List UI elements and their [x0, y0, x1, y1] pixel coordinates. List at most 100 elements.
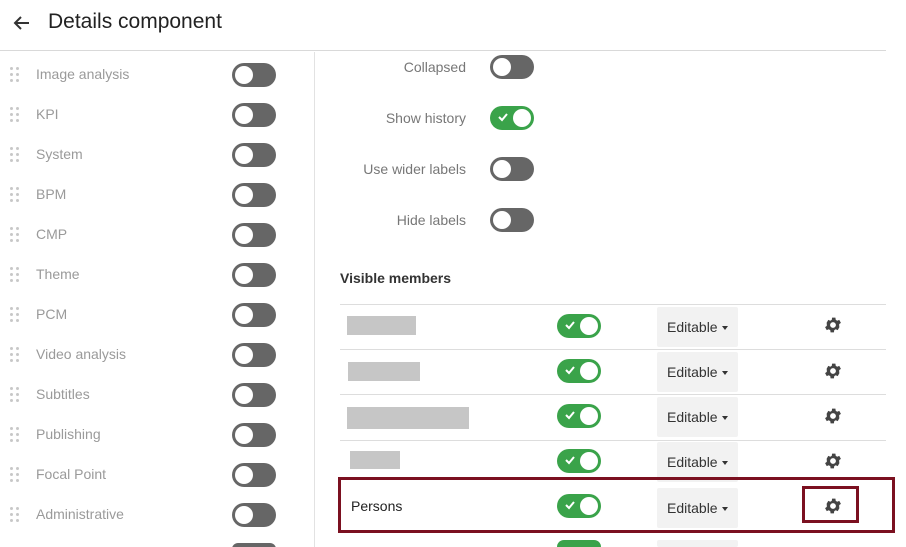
sidebar-item-label: Video analysis	[36, 346, 127, 362]
permission-label: Editable	[667, 409, 718, 425]
toggle-switch[interactable]	[232, 463, 276, 487]
setting-label-use-wider-labels: Use wider labels	[363, 161, 466, 177]
divider	[340, 349, 886, 350]
member-visible-toggle[interactable]	[557, 540, 601, 547]
sidebar-item-pcm[interactable]: PCM	[0, 303, 315, 346]
sidebar-item-video-analysis[interactable]: Video analysis	[0, 343, 315, 386]
sidebar-item-label: Image analysis	[36, 66, 130, 82]
member-visible-toggle[interactable]	[557, 404, 601, 428]
check-icon	[565, 366, 575, 375]
toggle-switch[interactable]	[232, 303, 276, 327]
toggle-switch[interactable]	[232, 423, 276, 447]
drag-handle-icon[interactable]	[10, 106, 22, 122]
setting-label-show-history: Show history	[385, 110, 466, 126]
sidebar-item-kpi[interactable]: KPI	[0, 103, 315, 146]
permission-dropdown[interactable]: Editable	[657, 352, 738, 392]
permission-label: Editable	[667, 364, 718, 380]
divider	[340, 440, 886, 441]
hide-labels-toggle[interactable]	[490, 208, 534, 232]
sidebar-item-cmp[interactable]: CMP	[0, 223, 315, 266]
caret-down-icon	[722, 416, 728, 420]
use-wider-labels-toggle[interactable]	[490, 157, 534, 181]
drag-handle-icon[interactable]	[10, 66, 22, 82]
drag-handle-icon[interactable]	[10, 426, 22, 442]
toggle-switch[interactable]	[232, 183, 276, 207]
page-title: Details component	[48, 10, 222, 33]
permission-dropdown[interactable]	[657, 540, 738, 547]
toggle-switch[interactable]	[232, 103, 276, 127]
drag-handle-icon[interactable]	[10, 146, 22, 162]
sidebar-item-image-analysis[interactable]: Image analysis	[0, 63, 315, 106]
drag-handle-icon[interactable]	[10, 346, 22, 362]
check-icon	[565, 456, 575, 465]
sidebar-item-bpm[interactable]: BPM	[0, 183, 315, 226]
toggle-switch[interactable]	[232, 63, 276, 87]
arrow-left-icon	[13, 16, 29, 30]
toggle-switch[interactable]	[232, 343, 276, 367]
highlight-box	[802, 486, 859, 523]
permission-dropdown[interactable]: Editable	[657, 442, 738, 482]
check-icon	[565, 321, 575, 330]
toggle-switch[interactable]	[232, 543, 276, 547]
sidebar-item-label: Focal Point	[36, 466, 107, 482]
gear-icon[interactable]	[823, 451, 843, 471]
sidebar-item-administrative[interactable]: Administrative	[0, 503, 315, 546]
setting-label-hide-labels: Hide labels	[396, 212, 466, 228]
member-visible-toggle[interactable]	[557, 449, 601, 473]
redacted-member-name	[347, 407, 469, 429]
show-history-toggle[interactable]	[490, 106, 534, 130]
drag-handle-icon[interactable]	[10, 466, 22, 482]
sidebar-item-subtitles[interactable]: Subtitles	[0, 383, 315, 426]
check-icon	[498, 113, 508, 122]
divider	[340, 394, 886, 395]
sidebar-item-label: BPM	[36, 186, 67, 202]
check-icon	[565, 411, 575, 420]
divider	[340, 304, 886, 305]
toggle-switch[interactable]	[232, 143, 276, 167]
drag-handle-icon[interactable]	[10, 386, 22, 402]
caret-down-icon	[722, 461, 728, 465]
drag-handle-icon[interactable]	[10, 226, 22, 242]
member-visible-toggle[interactable]	[557, 359, 601, 383]
sidebar-item-label: CMP	[36, 226, 68, 242]
permission-label: Editable	[667, 454, 718, 470]
drag-handle-icon[interactable]	[10, 306, 22, 322]
member-visible-toggle[interactable]	[557, 314, 601, 338]
redacted-member-name	[348, 362, 420, 381]
toggle-switch[interactable]	[232, 503, 276, 527]
drag-handle-icon[interactable]	[10, 266, 22, 282]
sidebar: Image analysis KPI System BPM CMP Theme	[0, 52, 315, 547]
redacted-member-name	[350, 451, 400, 469]
sidebar-item-label: PCM	[36, 306, 68, 322]
setting-label-collapsed: Collapsed	[403, 59, 466, 75]
sidebar-item-label: Subtitles	[36, 386, 90, 402]
sidebar-item-label: Publishing	[36, 426, 101, 442]
drag-handle-icon[interactable]	[10, 506, 22, 522]
sidebar-item-publishing[interactable]: Publishing	[0, 423, 315, 466]
permission-dropdown[interactable]: Editable	[657, 307, 738, 347]
drag-handle-icon[interactable]	[10, 186, 22, 202]
visible-members-title: Visible members	[340, 270, 452, 286]
toggle-switch[interactable]	[232, 263, 276, 287]
sidebar-item-focal-point[interactable]: Focal Point	[0, 463, 315, 506]
gear-icon[interactable]	[823, 315, 843, 335]
back-button[interactable]	[10, 11, 34, 35]
toggle-switch[interactable]	[232, 223, 276, 247]
sidebar-item-theme[interactable]: Theme	[0, 263, 315, 306]
permission-dropdown[interactable]: Editable	[657, 397, 738, 437]
gear-icon[interactable]	[823, 406, 843, 426]
gear-icon[interactable]	[823, 361, 843, 381]
app-window: Details component Image analysis KPI Sys…	[0, 0, 906, 547]
caret-down-icon	[722, 371, 728, 375]
sidebar-item-label: Theme	[36, 266, 80, 282]
permission-label: Editable	[667, 319, 718, 335]
sidebar-item-system[interactable]: System	[0, 143, 315, 186]
sidebar-item-label: System	[36, 146, 83, 162]
sidebar-item-label: KPI	[36, 106, 59, 122]
redacted-member-name	[347, 316, 416, 335]
collapsed-toggle[interactable]	[490, 55, 534, 79]
caret-down-icon	[722, 326, 728, 330]
toggle-switch[interactable]	[232, 383, 276, 407]
header: Details component	[0, 0, 886, 51]
sidebar-item-label: Administrative	[36, 506, 124, 522]
